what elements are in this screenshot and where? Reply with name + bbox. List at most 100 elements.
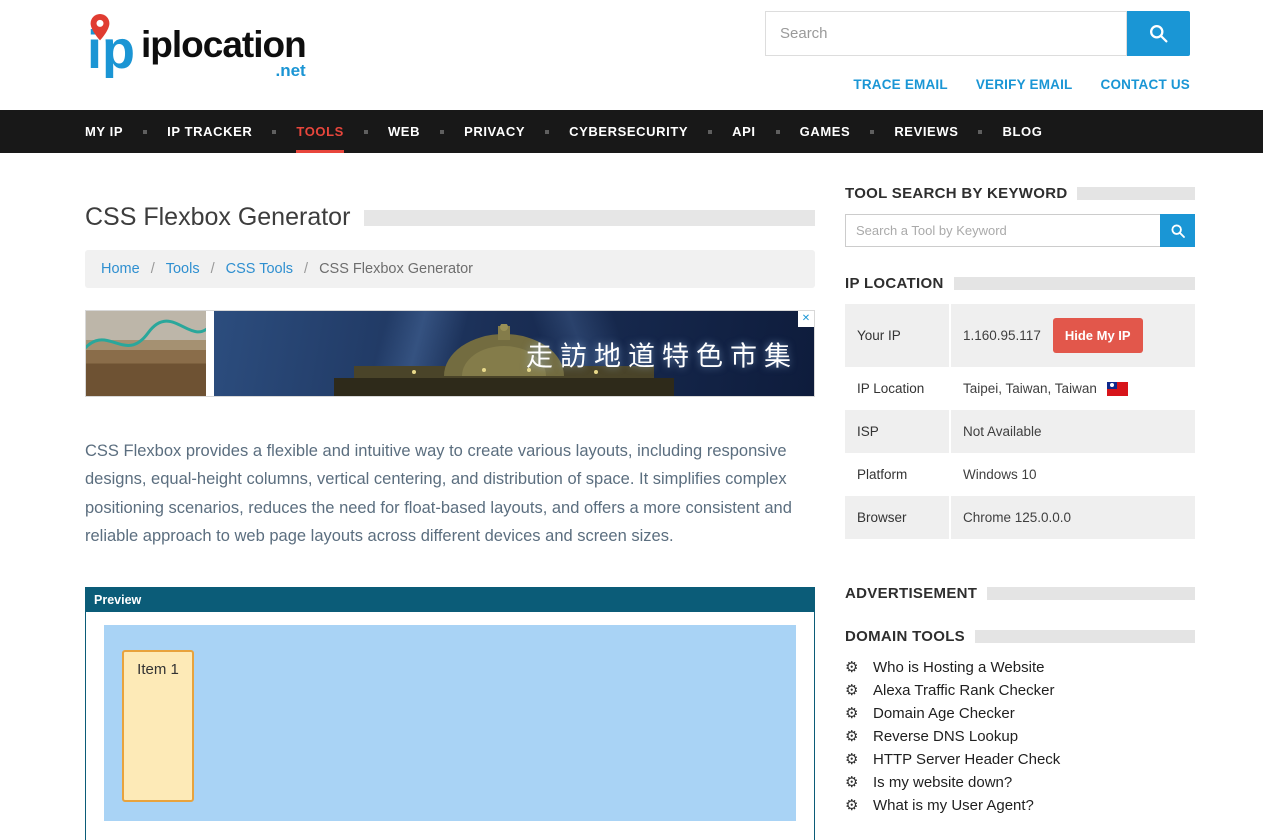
page-content: CSS Flexbox Generator Home Tools CSS Too…: [0, 153, 1263, 840]
nav-ip-tracker[interactable]: IP TRACKER: [167, 110, 252, 153]
row-label: Your IP: [845, 304, 950, 367]
header-links: TRACE EMAIL VERIFY EMAIL CONTACT US: [853, 77, 1190, 92]
domain-tool-link[interactable]: What is my User Agent?: [873, 797, 1034, 814]
title-decorative-bar: [364, 210, 815, 226]
nav-reviews[interactable]: REVIEWS: [894, 110, 958, 153]
nav-cybersecurity[interactable]: CYBERSECURITY: [569, 110, 688, 153]
main-nav: MY IP IP TRACKER TOOLS WEB PRIVACY CYBER…: [0, 110, 1263, 153]
site-header: ip iplocation .net TRACE EMAIL VERIFY EM…: [0, 0, 1263, 110]
table-row: ISP Not Available: [845, 410, 1195, 453]
platform-value: Windows 10: [950, 453, 1195, 496]
list-item: What is my User Agent?: [845, 797, 1195, 814]
domain-tool-link[interactable]: Is my website down?: [873, 774, 1012, 791]
page-title: CSS Flexbox Generator: [85, 203, 350, 232]
table-row: Your IP 1.160.95.117 Hide My IP: [845, 304, 1195, 367]
preview-panel: Preview Item 1: [85, 587, 815, 840]
ad-choices-icon[interactable]: [798, 311, 814, 327]
nav-separator: [440, 130, 444, 134]
site-search-button[interactable]: [1127, 11, 1190, 56]
logo-tld: .net: [276, 61, 306, 81]
breadcrumb-home[interactable]: Home: [101, 261, 140, 277]
heading-decorative-bar: [975, 630, 1195, 643]
ad-banner[interactable]: 走訪地道特色市集: [85, 310, 815, 397]
breadcrumb-separator: [140, 261, 166, 277]
breadcrumb-separator: [200, 261, 226, 277]
nav-separator: [870, 130, 874, 134]
site-logo[interactable]: ip iplocation .net: [85, 12, 306, 78]
tool-search-heading-row: TOOL SEARCH BY KEYWORD: [845, 185, 1195, 202]
domain-tool-link[interactable]: Who is Hosting a Website: [873, 659, 1044, 676]
domain-tool-link[interactable]: HTTP Server Header Check: [873, 751, 1060, 768]
domain-tools-list: Who is Hosting a Website Alexa Traffic R…: [845, 659, 1195, 814]
domain-tool-link[interactable]: Reverse DNS Lookup: [873, 728, 1018, 745]
row-label: IP Location: [845, 367, 950, 410]
list-item: Reverse DNS Lookup: [845, 728, 1195, 745]
nav-privacy[interactable]: PRIVACY: [464, 110, 525, 153]
row-value: 1.160.95.117 Hide My IP: [950, 304, 1195, 367]
site-search-input[interactable]: [765, 11, 1127, 56]
advertisement-heading: ADVERTISEMENT: [845, 585, 977, 602]
row-value: Taipei, Taiwan, Taiwan: [950, 367, 1195, 410]
domain-tools-heading-row: DOMAIN TOOLS: [845, 628, 1195, 645]
tool-search-input[interactable]: [845, 214, 1160, 247]
domain-tools-heading: DOMAIN TOOLS: [845, 628, 965, 645]
gear-icon: [845, 660, 863, 675]
ip-location-heading-row: IP LOCATION: [845, 275, 1195, 292]
tool-search-button[interactable]: [1160, 214, 1195, 247]
logo-text: iplocation: [141, 24, 306, 65]
site-search: [765, 11, 1190, 56]
gear-icon: [845, 706, 863, 721]
contact-us-link[interactable]: CONTACT US: [1101, 77, 1191, 92]
search-icon: [1170, 223, 1186, 239]
breadcrumb-tools[interactable]: Tools: [166, 261, 200, 277]
nav-api[interactable]: API: [732, 110, 755, 153]
ip-location-value: Taipei, Taiwan, Taiwan: [963, 381, 1097, 396]
gear-icon: [845, 752, 863, 767]
ip-info-table: Your IP 1.160.95.117 Hide My IP IP Locat…: [845, 304, 1195, 539]
gear-icon: [845, 683, 863, 698]
preview-body: Item 1: [86, 612, 814, 840]
list-item: Alexa Traffic Rank Checker: [845, 682, 1195, 699]
gear-icon: [845, 775, 863, 790]
nav-separator: [545, 130, 549, 134]
gear-icon: [845, 798, 863, 813]
page-title-row: CSS Flexbox Generator: [85, 203, 815, 232]
list-item: Is my website down?: [845, 774, 1195, 791]
list-item: Who is Hosting a Website: [845, 659, 1195, 676]
preview-header: Preview: [86, 588, 814, 612]
verify-email-link[interactable]: VERIFY EMAIL: [976, 77, 1073, 92]
nav-tools[interactable]: TOOLS: [296, 110, 344, 153]
domain-tool-link[interactable]: Alexa Traffic Rank Checker: [873, 682, 1054, 699]
nav-separator: [272, 130, 276, 134]
nav-games[interactable]: GAMES: [800, 110, 851, 153]
ad-photo-chart-line: [86, 311, 206, 397]
nav-separator: [708, 130, 712, 134]
row-label: ISP: [845, 410, 950, 453]
taiwan-flag-icon: [1107, 382, 1128, 396]
row-label: Browser: [845, 496, 950, 539]
nav-web[interactable]: WEB: [388, 110, 420, 153]
ad-creative: 走訪地道特色市集: [214, 311, 814, 396]
row-label: Platform: [845, 453, 950, 496]
ad-photo: [86, 311, 206, 396]
nav-blog[interactable]: BLOG: [1002, 110, 1042, 153]
table-row: IP Location Taipei, Taiwan, Taiwan: [845, 367, 1195, 410]
advertisement-heading-row: ADVERTISEMENT: [845, 585, 1195, 602]
trace-email-link[interactable]: TRACE EMAIL: [853, 77, 947, 92]
breadcrumb-css-tools[interactable]: CSS Tools: [226, 261, 293, 277]
isp-value: Not Available: [950, 410, 1195, 453]
domain-tool-link[interactable]: Domain Age Checker: [873, 705, 1015, 722]
tool-search: [845, 214, 1195, 247]
list-item: Domain Age Checker: [845, 705, 1195, 722]
list-item: HTTP Server Header Check: [845, 751, 1195, 768]
flex-item-1: Item 1: [122, 650, 194, 802]
nav-my-ip[interactable]: MY IP: [85, 110, 123, 153]
gear-icon: [845, 729, 863, 744]
tool-search-heading: TOOL SEARCH BY KEYWORD: [845, 185, 1067, 202]
ad-headline: 走訪地道特色市集: [526, 334, 798, 373]
hide-my-ip-button[interactable]: Hide My IP: [1053, 318, 1143, 353]
heading-decorative-bar: [987, 587, 1195, 600]
heading-decorative-bar: [1077, 187, 1195, 200]
breadcrumb-current: CSS Flexbox Generator: [319, 261, 473, 277]
breadcrumb: Home Tools CSS Tools CSS Flexbox Generat…: [85, 250, 815, 288]
